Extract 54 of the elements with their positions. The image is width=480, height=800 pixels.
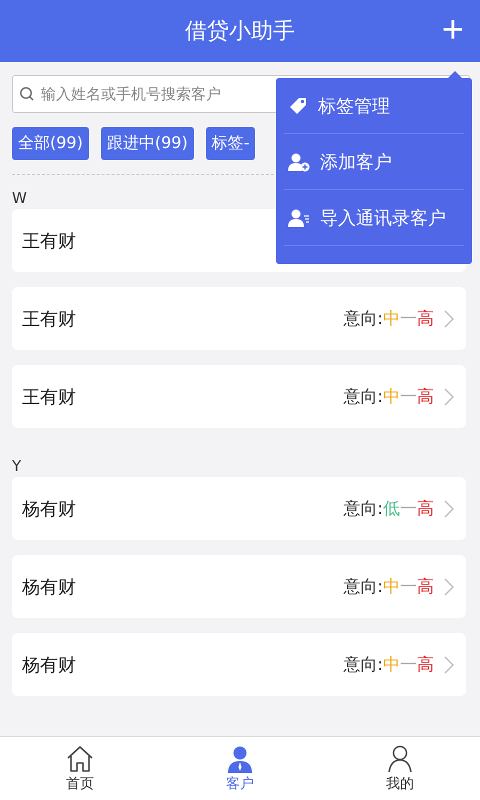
customer-card[interactable]: 王有财 意向:中一高	[12, 365, 466, 428]
filter-chip[interactable]: 跟进中(99)	[100, 127, 194, 160]
customer-card[interactable]: 杨有财 意向:中一高	[12, 633, 466, 696]
intent-level: 高	[417, 576, 434, 598]
intent-dash: 一	[400, 654, 417, 676]
section-letter: W	[11, 188, 28, 209]
intent-level: 中	[383, 654, 400, 676]
nav-tab[interactable]: 客户	[160, 737, 320, 800]
intent-label: 意向:	[343, 308, 383, 330]
intent-label: 意向:	[343, 576, 383, 598]
menu-item[interactable]: 标签管理	[284, 78, 464, 134]
section-letter: Y	[11, 456, 22, 477]
customer-card[interactable]: 王有财 意向:中一高	[12, 287, 466, 350]
customer-card[interactable]: 杨有财 意向:低一高	[12, 477, 466, 540]
intent-label: 意向:	[343, 386, 383, 408]
customer-name: 杨有财	[22, 576, 77, 598]
nav-tab[interactable]: 我的	[320, 737, 480, 800]
menu-item[interactable]: 添加客户	[284, 134, 464, 190]
customer-name: 王有财	[22, 230, 77, 252]
intent-level: 高	[417, 308, 434, 330]
intent-level: 低	[383, 498, 400, 520]
app-title: 借贷小助手	[185, 18, 295, 46]
nav-tab[interactable]: 首页	[0, 737, 160, 800]
intent-level: 高	[417, 386, 434, 408]
customer-name: 王有财	[22, 308, 77, 330]
intent-label: 意向:	[343, 498, 383, 520]
add-button[interactable]: +	[438, 10, 468, 50]
add-user-icon	[288, 152, 310, 172]
tag-icon	[288, 96, 308, 116]
home-icon	[65, 744, 95, 772]
chevron-icon	[444, 578, 454, 596]
filter-chip[interactable]: 标签-	[206, 127, 256, 160]
intent-dash: 一	[400, 576, 417, 598]
intent-level: 中	[383, 386, 400, 408]
customer-card[interactable]: 杨有财 意向:中一高	[12, 555, 466, 618]
intent-dash: 一	[400, 386, 417, 408]
chevron-icon	[444, 310, 454, 328]
intent-label: 意向:	[343, 654, 383, 676]
intent-level: 中	[383, 576, 400, 598]
user-icon	[225, 744, 255, 772]
intent-level: 中	[383, 308, 400, 330]
intent-dash: 一	[400, 498, 417, 520]
customer-name: 杨有财	[22, 654, 77, 676]
intent-level: 高	[417, 498, 434, 520]
chevron-icon	[444, 656, 454, 674]
menu-item[interactable]: 导入通讯录客户	[284, 190, 464, 246]
chevron-icon	[444, 500, 454, 518]
chevron-icon	[444, 388, 454, 406]
customer-name: 杨有财	[22, 498, 77, 520]
contacts-icon	[288, 208, 310, 228]
filter-chip[interactable]: 全部(99)	[12, 127, 89, 160]
intent-dash: 一	[400, 308, 417, 330]
intent-level: 高	[417, 654, 434, 676]
customer-name: 王有财	[22, 386, 77, 408]
